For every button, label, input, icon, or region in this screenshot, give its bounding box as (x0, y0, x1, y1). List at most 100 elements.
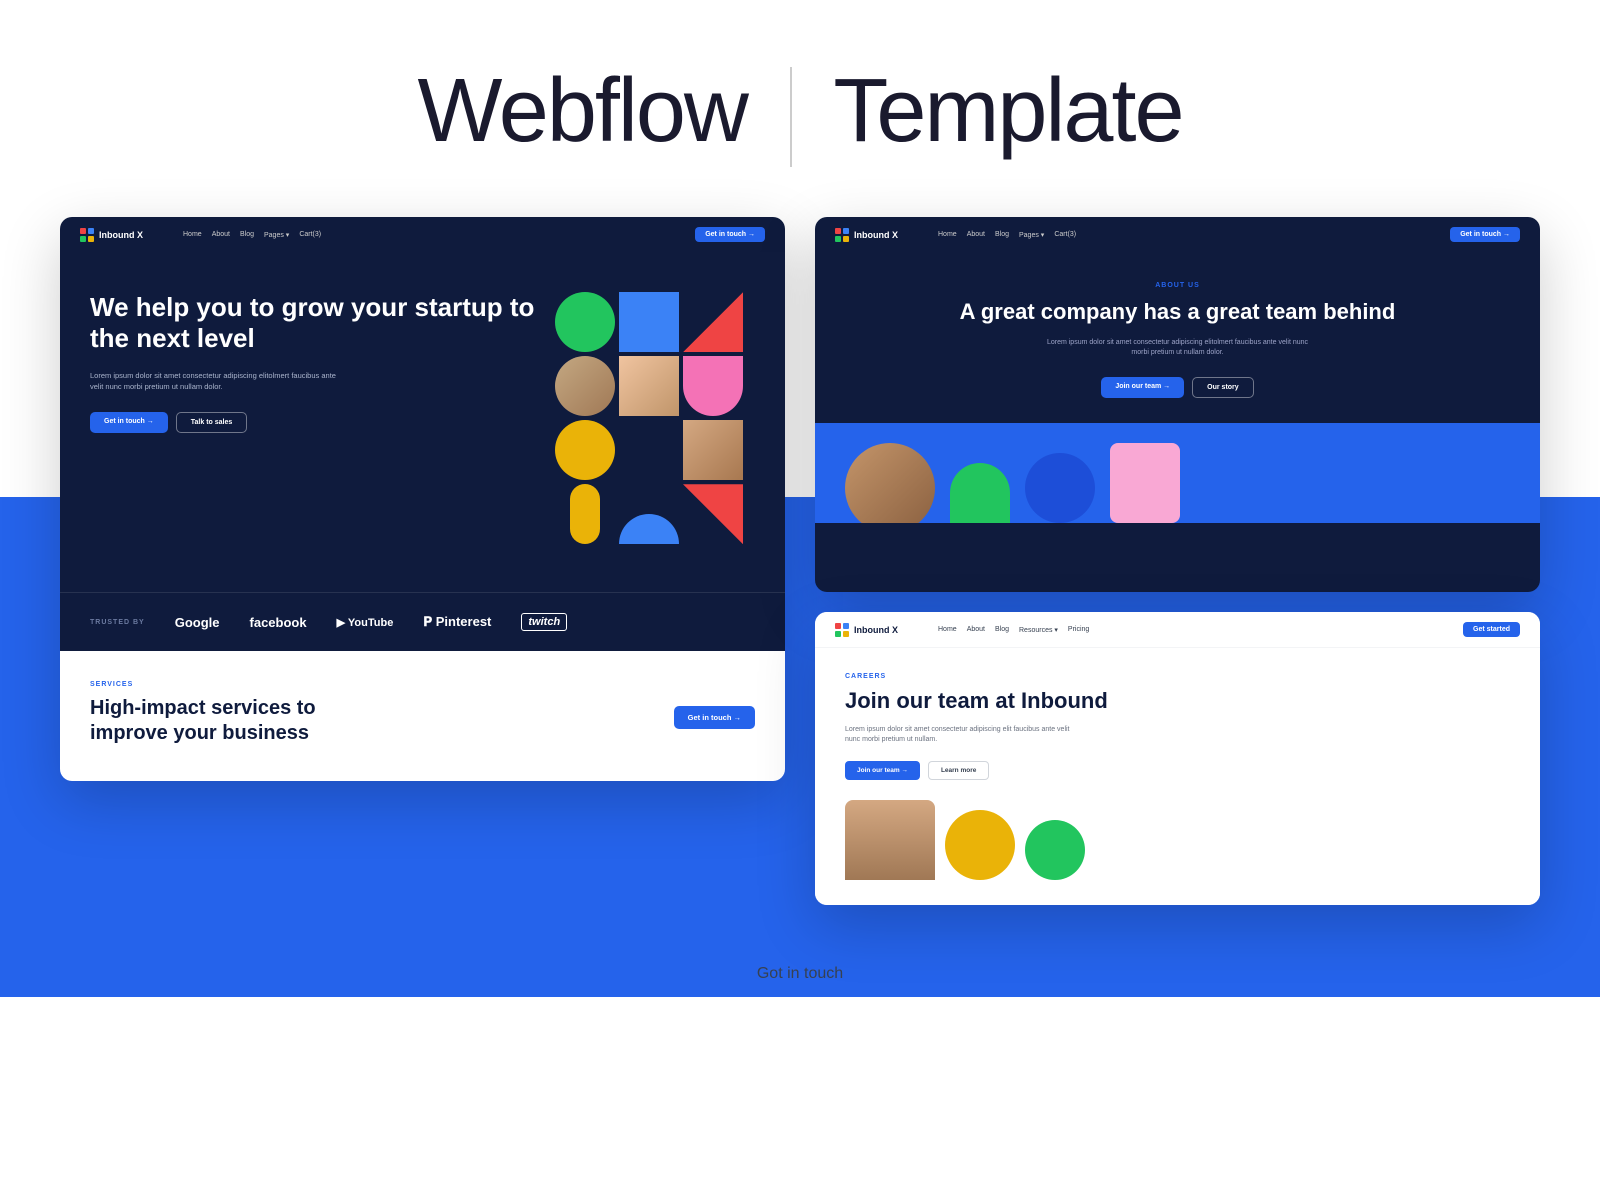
shape-yellow-pill-cell (555, 484, 615, 544)
rt-nav-pages[interactable]: Pages ▾ (1019, 231, 1044, 239)
left-browser-window: Inbound X Home About Blog Pages ▾ Cart(3… (60, 217, 785, 781)
page-header: Webflow Template (0, 0, 1600, 217)
careers-green-circle (1025, 820, 1085, 880)
hero-title: We help you to grow your startup to the … (90, 292, 535, 354)
c-logo-dot-b (843, 623, 849, 629)
c-nav-about[interactable]: About (967, 626, 985, 634)
logo-dot-yellow (88, 236, 94, 242)
shape-blue-rect (619, 292, 679, 352)
header-template: Template (833, 61, 1182, 161)
services-cta-btn[interactable]: Get in touch → (674, 706, 755, 729)
about-join-btn[interactable]: Join our team → (1101, 377, 1184, 398)
about-title: A great company has a great team behind (845, 299, 1510, 325)
shape-yellow-circle-cell (555, 420, 615, 480)
brand-youtube: ▶ YouTube (337, 616, 394, 629)
logo-dot-green (80, 236, 86, 242)
nav-about[interactable]: About (212, 231, 230, 239)
about-people-photo (845, 443, 935, 523)
shape-photo-2 (619, 356, 679, 416)
logo-dot-blue (88, 228, 94, 234)
c-logo-dot-y (843, 631, 849, 637)
nav-cart[interactable]: Cart(3) (299, 231, 321, 239)
careers-nav-links: Home About Blog Resources ▾ Pricing (938, 626, 1089, 634)
shape-photo-1 (555, 356, 615, 416)
header-webflow: Webflow (417, 61, 746, 161)
trusted-bar: TRUSTED BY Google facebook ▶ YouTube 𝐏 P… (60, 592, 785, 651)
right-top-nav-links: Home About Blog Pages ▾ Cart(3) (938, 231, 1076, 239)
hero-btn-group: Get in touch → Talk to sales (90, 412, 535, 433)
rt-nav-home[interactable]: Home (938, 231, 957, 239)
hero-shapes-grid (555, 292, 755, 532)
careers-browser-window: Inbound X Home About Blog Resources ▾ Pr… (815, 612, 1540, 904)
right-top-nav-cta[interactable]: Get in touch → (1450, 227, 1520, 242)
shape-red-triangle-cell (683, 292, 743, 352)
hero-text: We help you to grow your startup to the … (90, 292, 535, 552)
nav-home[interactable]: Home (183, 231, 202, 239)
header-title: Webflow Template (417, 61, 1182, 161)
careers-shapes (845, 800, 1510, 880)
about-tag: ABOUT US (845, 282, 1510, 289)
header-divider (790, 67, 792, 167)
right-top-logo-icon (835, 228, 849, 242)
services-tag: SERVICES (90, 681, 755, 688)
logo-dot-g (835, 236, 841, 242)
left-logo-text: Inbound X (99, 230, 143, 240)
shape-pink-semi-cell (683, 356, 743, 416)
careers-content: CAREERS Join our team at Inbound Lorem i… (815, 648, 1540, 904)
main-wrapper: Inbound X Home About Blog Pages ▾ Cart(3… (0, 217, 1600, 944)
about-story-btn[interactable]: Our story (1192, 377, 1254, 398)
careers-btn-group: Join our team → Learn more (845, 761, 1510, 780)
about-btn-group: Join our team → Our story (845, 377, 1510, 398)
shape-blue-semi-cell (619, 484, 679, 544)
about-bottom-shapes (815, 423, 1540, 523)
brand-twitch: twitch (521, 613, 567, 631)
trusted-label: TRUSTED BY (90, 619, 145, 626)
about-blue-circle (1025, 453, 1095, 523)
got-in-touch-text: Got in touch (757, 965, 843, 982)
careers-description: Lorem ipsum dolor sit amet consectetur a… (845, 725, 1085, 746)
about-pink-shape (1110, 443, 1180, 523)
logo-dot-red (80, 228, 86, 234)
c-nav-resources[interactable]: Resources ▾ (1019, 626, 1058, 634)
left-nav-cta[interactable]: Get in touch → (695, 227, 765, 242)
about-green-shape (950, 463, 1010, 523)
left-column: Inbound X Home About Blog Pages ▾ Cart(3… (60, 217, 785, 904)
careers-title: Join our team at Inbound (845, 688, 1510, 714)
careers-yellow-circle (945, 810, 1015, 880)
c-nav-pricing[interactable]: Pricing (1068, 626, 1089, 634)
hero-description: Lorem ipsum dolor sit amet consectetur a… (90, 370, 340, 393)
shape-photo-3 (683, 420, 743, 480)
shape-dark-cell (619, 420, 679, 480)
careers-nav-cta[interactable]: Get started (1463, 622, 1520, 637)
careers-learn-btn[interactable]: Learn more (928, 761, 989, 780)
logo-dot-b (843, 228, 849, 234)
careers-logo: Inbound X (835, 623, 898, 637)
right-top-logo-text: Inbound X (854, 230, 898, 240)
c-nav-home[interactable]: Home (938, 626, 957, 634)
right-top-nav: Inbound X Home About Blog Pages ▾ Cart(3… (815, 217, 1540, 252)
brand-facebook: facebook (250, 615, 307, 630)
careers-join-btn[interactable]: Join our team → (845, 761, 920, 780)
right-column: Inbound X Home About Blog Pages ▾ Cart(3… (815, 217, 1540, 904)
logo-icon (80, 228, 94, 242)
bottom-section: Got in touch (0, 945, 1600, 1013)
hero-section: We help you to grow your startup to the … (60, 252, 785, 592)
nav-pages[interactable]: Pages ▾ (264, 231, 289, 239)
left-logo: Inbound X (80, 228, 143, 242)
right-top-logo: Inbound X (835, 228, 898, 242)
shape-green-circle (555, 292, 615, 352)
hero-cta-btn[interactable]: Get in touch → (90, 412, 168, 433)
services-title: High-impact services to improve your bus… (90, 696, 370, 746)
brand-pinterest: 𝐏 Pinterest (423, 614, 491, 630)
rt-nav-blog[interactable]: Blog (995, 231, 1009, 239)
hero-talk-btn[interactable]: Talk to sales (176, 412, 248, 433)
left-nav: Inbound X Home About Blog Pages ▾ Cart(3… (60, 217, 785, 252)
rt-nav-about[interactable]: About (967, 231, 985, 239)
services-section: SERVICES High-impact services to improve… (60, 651, 785, 781)
nav-blog[interactable]: Blog (240, 231, 254, 239)
about-description: Lorem ipsum dolor sit amet consectetur a… (1038, 338, 1318, 359)
c-nav-blog[interactable]: Blog (995, 626, 1009, 634)
rt-nav-cart[interactable]: Cart(3) (1054, 231, 1076, 239)
brand-google: Google (175, 615, 220, 630)
left-nav-links: Home About Blog Pages ▾ Cart(3) (183, 231, 321, 239)
